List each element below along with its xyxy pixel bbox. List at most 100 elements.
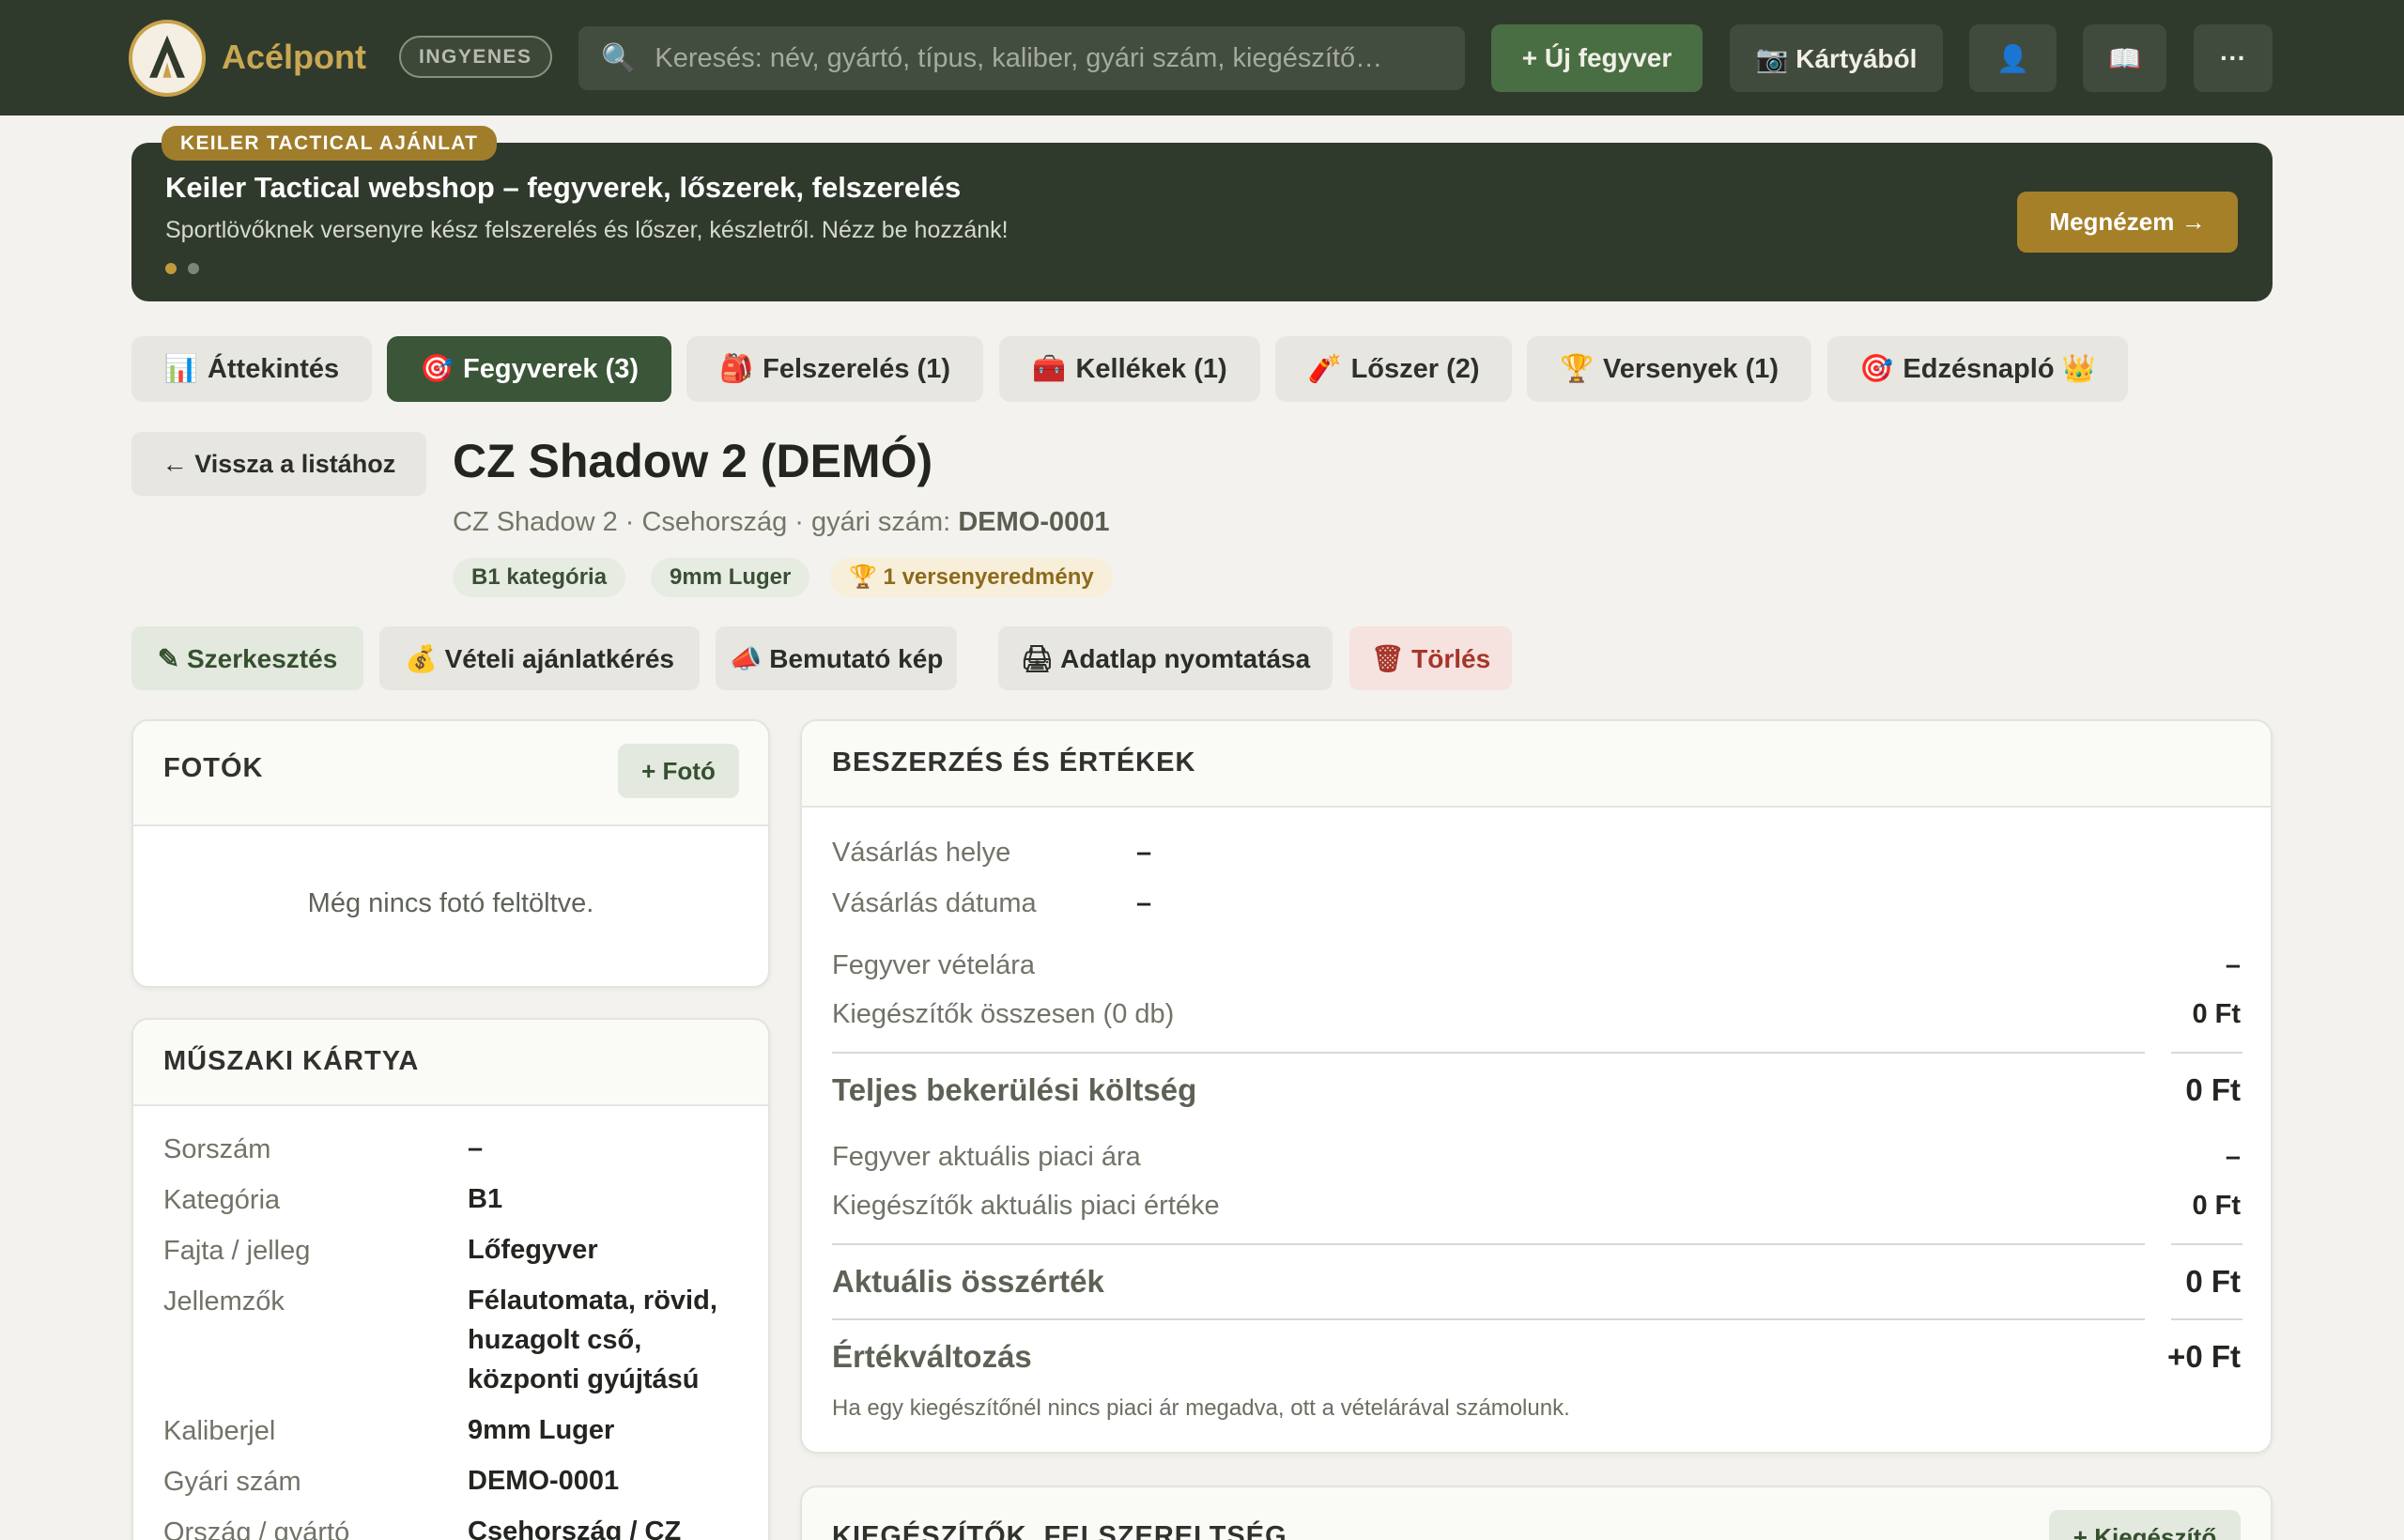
brand-name[interactable]: Acélpont — [222, 38, 366, 77]
promo-cta-button[interactable]: Megnézem → — [2017, 192, 2238, 253]
purchase-value-card: BESZERZÉS ÉS ÉRTÉKEK Vásárlás helye – Vá… — [800, 719, 2273, 1454]
row-label: Kiegészítők aktuális piaci értéke — [832, 1191, 1220, 1221]
row-label: Fajta / jelleg — [163, 1236, 311, 1266]
row-value: – — [1136, 888, 1152, 918]
divider — [2171, 1318, 2242, 1320]
user-icon[interactable]: 👤 — [1969, 24, 2057, 92]
tab-ammo[interactable]: 🧨 Lőszer (2) — [1275, 336, 1512, 402]
weapon-subtitle: CZ Shadow 2 · Csehország · gyári szám: D… — [453, 507, 1109, 538]
caliber-chip: 9mm Luger — [651, 558, 810, 597]
row-label: Gyári szám — [163, 1467, 301, 1497]
search-input[interactable] — [655, 30, 1465, 86]
tab-label: Edzésnapló 👑 — [1903, 354, 2096, 384]
tab-equipment[interactable]: 🎒 Felszerelés (1) — [686, 336, 983, 402]
card-header: BESZERZÉS ÉS ÉRTÉKEK — [802, 721, 2271, 808]
row-value: – — [1136, 838, 1152, 868]
showcase-image-button[interactable]: 📣 Bemutató kép — [716, 626, 957, 690]
tab-label: Kellékek (1) — [1075, 353, 1227, 384]
serial-number: DEMO-0001 — [958, 507, 1110, 537]
category-chip: B1 kategória — [453, 558, 626, 597]
trophy-icon: 🏆 — [1559, 354, 1595, 384]
divider — [2171, 1243, 2242, 1245]
new-weapon-button[interactable]: + Új fegyver — [1491, 24, 1703, 92]
logo-icon — [136, 27, 198, 89]
purchase-offer-button[interactable]: 💰 Vételi ajánlatkérés — [379, 626, 700, 690]
target-icon: 🎯 — [1859, 354, 1894, 384]
row-value: DEMO-0001 — [468, 1466, 620, 1496]
card-title: MŰSZAKI KÁRTYA — [163, 1046, 420, 1076]
target-icon: 🎯 — [419, 354, 455, 384]
row-value: – — [2225, 1142, 2241, 1172]
book-icon[interactable]: 📖 — [2083, 24, 2166, 92]
tab-label: Versenyek (1) — [1603, 353, 1780, 384]
backpack-icon: 🎒 — [719, 354, 754, 384]
row-label: Sorszám — [163, 1134, 271, 1164]
card-title: FOTÓK — [163, 753, 264, 783]
carousel-dot-active[interactable] — [165, 263, 177, 274]
print-datasheet-button[interactable]: 🖨 Adatlap nyomtatása — [998, 626, 1333, 690]
row-label: Ország / gyártó — [163, 1517, 350, 1540]
row-label: Fegyver vételára — [832, 950, 1035, 980]
logo[interactable] — [129, 20, 206, 97]
tab-weapons[interactable]: 🎯 Fegyverek (3) — [387, 336, 671, 402]
tab-label: Fegyverek (3) — [463, 353, 640, 384]
footnote: Ha egy kiegészítőnél nincs piaci ár mega… — [832, 1395, 1570, 1421]
card-header: FOTÓK + Fotó — [133, 721, 768, 826]
search-bar: 🔍 — [578, 26, 1465, 90]
scan-card-button[interactable]: 📷 Kártyából — [1730, 24, 1943, 92]
row-label: Fegyver aktuális piaci ára — [832, 1142, 1141, 1172]
back-to-list-button[interactable]: ← Vissza a listához — [131, 432, 426, 496]
card-header: MŰSZAKI KÁRTYA — [133, 1020, 768, 1106]
tab-label: Lőszer (2) — [1350, 353, 1480, 384]
row-value: +0 Ft — [2167, 1339, 2241, 1374]
delete-button[interactable]: 🗑 Törlés — [1349, 626, 1512, 690]
empty-photos-message: Még nincs fotó feltöltve. — [307, 888, 594, 918]
tab-label: Felszerelés (1) — [763, 353, 950, 384]
tab-training-log[interactable]: 🎯 Edzésnapló 👑 — [1827, 336, 2128, 402]
top-bar: Acélpont INGYENES 🔍 + Új fegyver 📷 Kárty… — [0, 0, 2404, 116]
toolbox-icon: 🧰 — [1032, 354, 1067, 384]
tab-overview[interactable]: 📊 Áttekintés — [131, 336, 372, 402]
promo-subtitle: Sportlövőknek versenyre kész felszerelés… — [165, 217, 1009, 243]
divider — [832, 1243, 2145, 1245]
add-photo-button[interactable]: + Fotó — [618, 744, 739, 798]
competition-result-chip: 🏆 1 versenyeredmény — [830, 558, 1113, 597]
row-label: Kaliberjel — [163, 1416, 276, 1446]
photos-card: FOTÓK + Fotó Még nincs fotó feltöltve. — [131, 719, 770, 988]
row-label: Kiegészítők összesen (0 db) — [832, 999, 1175, 1029]
row-value: Lőfegyver — [468, 1235, 598, 1265]
carousel-dot[interactable] — [188, 263, 199, 274]
row-value: 0 Ft — [2185, 1264, 2241, 1299]
tab-supplies[interactable]: 🧰 Kellékek (1) — [999, 336, 1260, 402]
promo-title: Keiler Tactical webshop – fegyverek, lős… — [165, 171, 962, 204]
row-value: – — [468, 1133, 484, 1163]
divider — [2171, 1052, 2242, 1054]
row-label: Vásárlás helye — [832, 838, 1011, 868]
search-icon: 🔍 — [601, 42, 637, 74]
page-title: CZ Shadow 2 (DEMÓ) — [453, 435, 933, 487]
more-icon[interactable]: ··· — [2194, 24, 2273, 92]
row-value: Csehország / CZ — [468, 1517, 682, 1540]
technical-card: MŰSZAKI KÁRTYA Sorszám – Kategória B1 Fa… — [131, 1018, 770, 1540]
row-label: Értékváltozás — [832, 1339, 1032, 1374]
divider — [832, 1318, 2145, 1320]
row-value: 0 Ft — [2192, 1191, 2241, 1221]
row-label: Teljes bekerülési költség — [832, 1072, 1197, 1107]
row-value: 0 Ft — [2192, 999, 2241, 1029]
card-header: KIEGÉSZÍTŐK, FELSZERELTSÉG + Kiegészítő — [802, 1487, 2271, 1540]
row-label: Kategória — [163, 1185, 281, 1215]
firecracker-icon: 🧨 — [1307, 354, 1342, 384]
row-value: 0 Ft — [2185, 1072, 2241, 1107]
tab-competitions[interactable]: 🏆 Versenyek (1) — [1527, 336, 1811, 402]
row-value: – — [2225, 950, 2241, 980]
plan-badge: INGYENES — [399, 36, 552, 78]
edit-button[interactable]: ✎ Szerkesztés — [131, 626, 363, 690]
row-label: Vásárlás dátuma — [832, 888, 1037, 918]
card-title: BESZERZÉS ÉS ÉRTÉKEK — [832, 747, 1196, 778]
card-title: KIEGÉSZÍTŐK, FELSZERELTSÉG — [832, 1521, 1287, 1540]
divider — [832, 1052, 2145, 1054]
row-value: 9mm Luger — [468, 1415, 615, 1445]
add-accessory-button[interactable]: + Kiegészítő — [2049, 1510, 2241, 1540]
chart-icon: 📊 — [163, 354, 198, 384]
accessories-card: KIEGÉSZÍTŐK, FELSZERELTSÉG + Kiegészítő — [800, 1486, 2273, 1540]
